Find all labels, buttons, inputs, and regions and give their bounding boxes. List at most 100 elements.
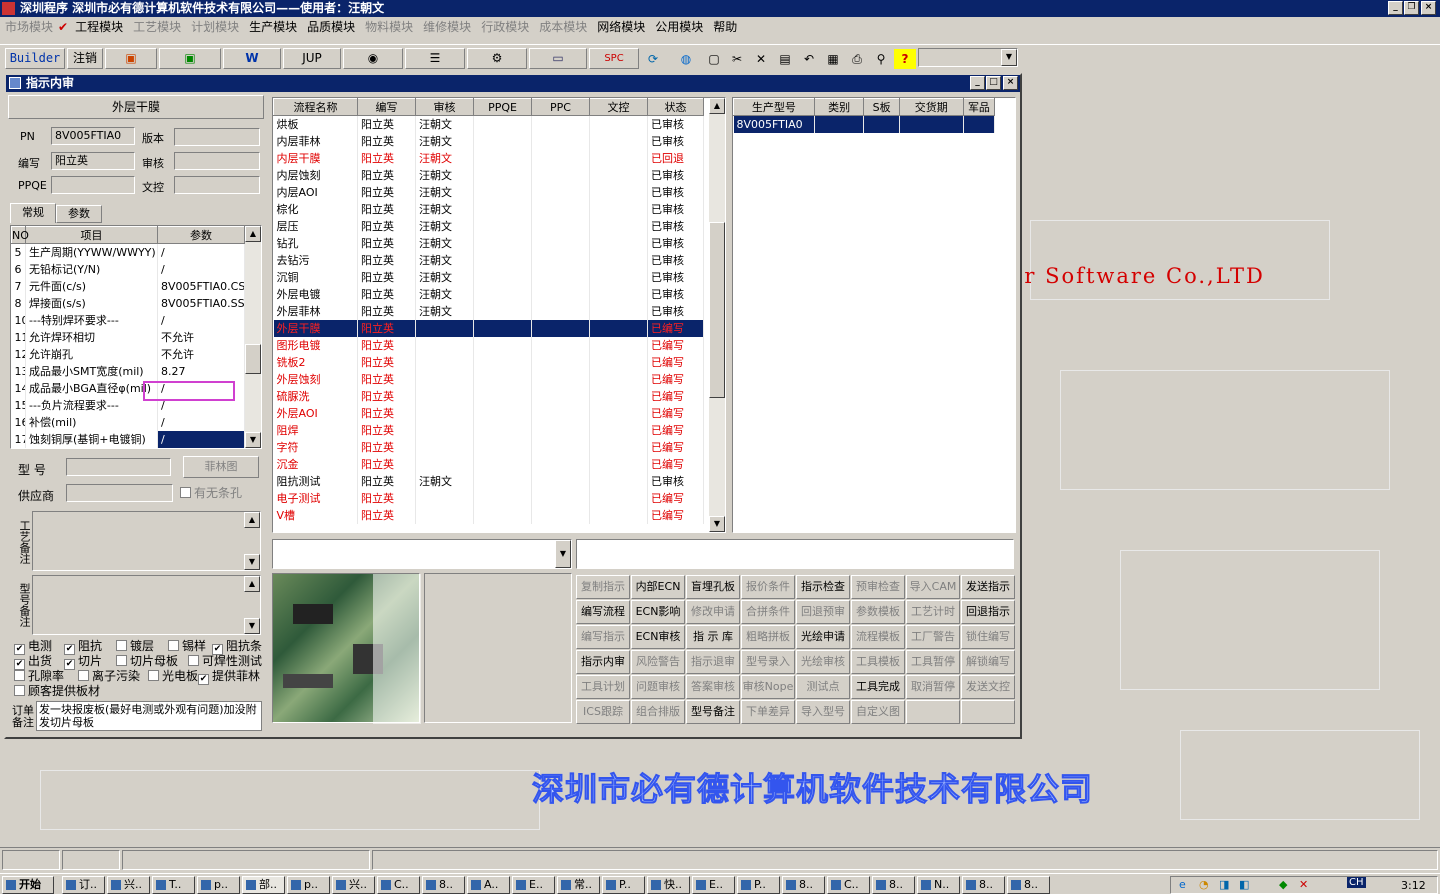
flow-row[interactable]: 阻抗测试 阳立英 汪朝文 已审核	[273, 472, 704, 490]
scroll-up-icon[interactable]: ▲	[245, 226, 261, 242]
flow-cell[interactable]: 阳立英	[357, 115, 416, 133]
params-cell[interactable]: 7	[11, 277, 26, 295]
flow-cell[interactable]: 已审核	[647, 268, 704, 286]
option-checkbox[interactable]: 孔隙率	[14, 669, 64, 683]
params-cell[interactable]: 生产周期(YYWW/WWYY)	[25, 243, 158, 261]
params-row[interactable]: 6 无铅标记(Y/N) /	[11, 260, 245, 278]
flow-cell[interactable]	[589, 336, 648, 354]
flow-cell[interactable]	[415, 455, 474, 473]
params-cell[interactable]: /	[157, 243, 245, 261]
review-field[interactable]	[174, 152, 260, 170]
undo-icon[interactable]: ↶	[798, 49, 820, 69]
flow-cell[interactable]	[531, 268, 590, 286]
flow-cell[interactable]: 已审核	[647, 302, 704, 320]
flow-cell[interactable]: 钻孔	[273, 234, 358, 252]
action-button[interactable]: 解锁编写	[961, 650, 1015, 674]
flow-cell[interactable]	[473, 336, 532, 354]
action-button[interactable]: 粗略拼板	[741, 625, 795, 649]
flow-cell[interactable]	[473, 132, 532, 150]
flow-cell[interactable]	[589, 115, 648, 133]
flow-cell[interactable]: 阳立英	[357, 404, 416, 422]
checkbox-icon[interactable]	[14, 670, 25, 681]
flow-cell[interactable]	[589, 268, 648, 286]
flow-cell[interactable]: 棕化	[273, 200, 358, 218]
params-cell[interactable]: 不允许	[157, 345, 245, 363]
flow-cell[interactable]: 汪朝文	[415, 149, 474, 167]
flow-cell[interactable]: 已审核	[647, 285, 704, 303]
flow-row[interactable]: 外层蚀刻 阳立英 已编写	[273, 370, 704, 388]
params-cell[interactable]: 13	[11, 362, 26, 380]
flow-scroll-down-icon[interactable]: ▼	[709, 516, 725, 532]
taskbar-button[interactable]: 8..	[422, 876, 465, 894]
flow-cell[interactable]	[473, 455, 532, 473]
action-button[interactable]: 修改申请	[686, 600, 740, 624]
order-notes-field[interactable]: 发一块报废板(最好电测或外观有问题)加没附发切片母板	[36, 701, 262, 731]
flow-header[interactable]: 状态	[647, 98, 704, 116]
flow-cell[interactable]	[589, 489, 648, 507]
flow-cell[interactable]	[589, 370, 648, 388]
action-button[interactable]: 型号备注	[686, 700, 740, 724]
flow-cell[interactable]: V槽	[273, 506, 358, 524]
action-button[interactable]: 光绘申请	[796, 625, 850, 649]
flow-cell[interactable]: 汪朝文	[415, 166, 474, 184]
flow-cell[interactable]	[589, 438, 648, 456]
flow-cell[interactable]: 阳立英	[357, 200, 416, 218]
flow-cell[interactable]	[589, 132, 648, 150]
taskbar-button[interactable]: 快..	[647, 876, 690, 894]
flow-cell[interactable]	[473, 234, 532, 252]
product-row[interactable]: 8V005FTIA0	[733, 115, 996, 133]
version-field[interactable]	[174, 128, 260, 146]
flow-header[interactable]: 流程名称	[273, 98, 358, 116]
flow-cell[interactable]: 阳立英	[357, 387, 416, 405]
flow-cell[interactable]: 阳立英	[357, 319, 416, 337]
flow-cell[interactable]	[473, 353, 532, 371]
flow-cell[interactable]: 汪朝文	[415, 472, 474, 490]
flow-cell[interactable]: 图形电镀	[273, 336, 358, 354]
flow-cell[interactable]: 阳立英	[357, 336, 416, 354]
flow-cell[interactable]: 已审核	[647, 472, 704, 490]
option-checkbox[interactable]: 镀层	[116, 639, 154, 653]
flow-cell[interactable]: 内层蚀刻	[273, 166, 358, 184]
flow-header[interactable]: 文控	[589, 98, 648, 116]
checkbox-icon[interactable]	[168, 640, 179, 651]
flow-cell[interactable]: 阳立英	[357, 302, 416, 320]
checkbox-icon[interactable]	[188, 655, 199, 666]
flow-cell[interactable]	[589, 251, 648, 269]
flow-cell[interactable]	[473, 268, 532, 286]
action-button[interactable]: 工厂警告	[906, 625, 960, 649]
flow-cell[interactable]: 阳立英	[357, 455, 416, 473]
find-icon[interactable]: ⚲	[870, 49, 892, 69]
option-checkbox[interactable]: 光电板	[148, 669, 198, 683]
flow-cell[interactable]: 层压	[273, 217, 358, 235]
flow-cell[interactable]	[531, 404, 590, 422]
flow-row[interactable]: 字符 阳立英 已编写	[273, 438, 704, 456]
flow-cell[interactable]: 已审核	[647, 115, 704, 133]
option-checkbox[interactable]: 切片母板	[116, 654, 178, 668]
flow-row[interactable]: 沉铜 阳立英 汪朝文 已审核	[273, 268, 704, 286]
flow-cell[interactable]	[415, 387, 474, 405]
flow-cell[interactable]	[415, 489, 474, 507]
menu-item-10[interactable]: 网络模块	[592, 17, 650, 37]
action-button[interactable]: 指示退审	[686, 650, 740, 674]
flow-cell[interactable]	[473, 166, 532, 184]
refresh-icon[interactable]: ⟳	[642, 49, 664, 69]
product-cell[interactable]	[863, 115, 900, 133]
flow-cell[interactable]	[473, 285, 532, 303]
action-button[interactable]: 导入CAM	[906, 575, 960, 599]
params-cell[interactable]: 12	[11, 345, 26, 363]
params-cell[interactable]: 5	[11, 243, 26, 261]
model-notes-scroll-down-icon[interactable]: ▼	[244, 618, 260, 634]
flow-cell[interactable]: 已编写	[647, 455, 704, 473]
flow-cell[interactable]	[415, 353, 474, 371]
flow-cell[interactable]	[531, 166, 590, 184]
flow-row[interactable]: 电子测试 阳立英 已编写	[273, 489, 704, 507]
flow-cell[interactable]	[473, 302, 532, 320]
spc-button[interactable]: SPC	[589, 48, 639, 69]
action-button[interactable]: 自定义图	[851, 700, 905, 724]
flow-row[interactable]: 内层干膜 阳立英 汪朝文 已回退	[273, 149, 704, 167]
tray-icon[interactable]: ◔	[1199, 878, 1209, 891]
params-cell[interactable]: 无铅标记(Y/N)	[25, 260, 158, 278]
menu-item-1[interactable]: 工程模块	[70, 17, 128, 37]
params-row[interactable]: 13 成品最小SMT宽度(mil) 8.27	[11, 362, 245, 380]
menu-item-8[interactable]: 行政模块	[476, 17, 534, 37]
